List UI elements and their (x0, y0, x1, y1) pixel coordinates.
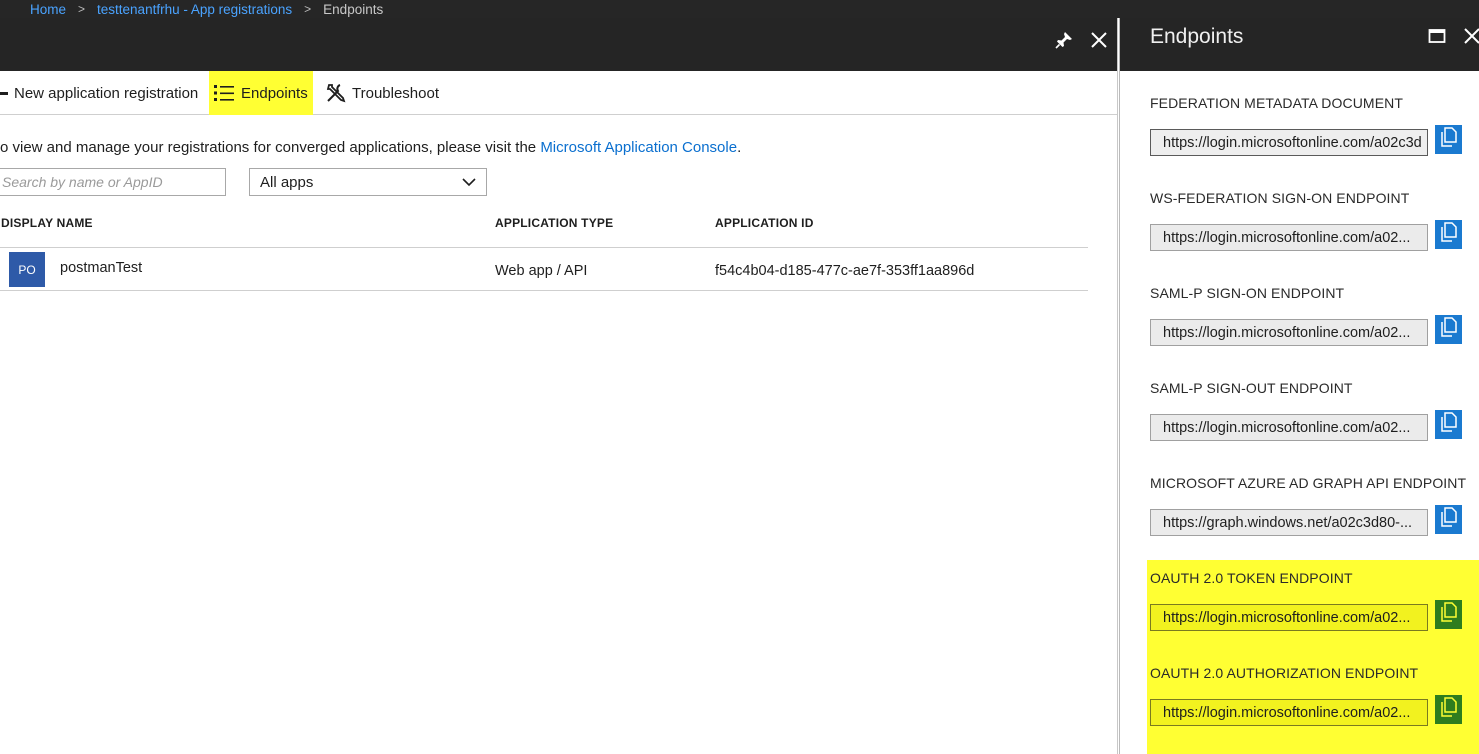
info-text: o view and manage your registrations for… (0, 139, 541, 156)
endpoint-label: WS-FEDERATION SIGN-ON ENDPOINT (1150, 190, 1410, 206)
app-filter-dropdown[interactable]: All apps (249, 168, 487, 196)
copy-button[interactable] (1435, 410, 1462, 439)
endpoints-label: Endpoints (241, 84, 308, 102)
endpoint-url-field[interactable]: https://login.microsoftonline.com/a02... (1150, 319, 1428, 346)
breadcrumb-app-registrations-link[interactable]: testtenantfrhu - App registrations (97, 2, 292, 17)
column-header-application-type[interactable]: APPLICATION TYPE (495, 216, 613, 230)
app-display-name[interactable]: postmanTest (60, 260, 142, 276)
endpoint-oauth-authorization: OAUTH 2.0 AUTHORIZATION ENDPOINT https:/… (1150, 665, 1470, 726)
close-icon[interactable] (1087, 28, 1111, 52)
breadcrumb-separator: > (304, 2, 312, 16)
copy-icon (1440, 507, 1458, 532)
new-application-registration-button[interactable]: New application registration (0, 71, 198, 115)
troubleshoot-label: Troubleshoot (352, 84, 439, 102)
troubleshoot-button[interactable]: Troubleshoot (326, 71, 439, 115)
list-icon (214, 84, 234, 102)
copy-icon (1440, 602, 1458, 627)
endpoint-saml-sign-out: SAML-P SIGN-OUT ENDPOINT https://login.m… (1150, 380, 1470, 441)
copy-icon (1440, 412, 1458, 437)
copy-icon (1440, 317, 1458, 342)
table-divider (0, 290, 1088, 291)
copy-button[interactable] (1435, 315, 1462, 344)
copy-icon (1440, 222, 1458, 247)
endpoint-label: OAUTH 2.0 TOKEN ENDPOINT (1150, 570, 1353, 586)
wrench-screwdriver-icon (326, 83, 346, 103)
endpoint-federation-metadata: FEDERATION METADATA DOCUMENT https://log… (1150, 95, 1470, 156)
app-type: Web app / API (495, 263, 588, 279)
endpoint-label: MICROSOFT AZURE AD GRAPH API ENDPOINT (1150, 475, 1467, 491)
endpoint-url-field[interactable]: https://login.microsoftonline.com/a02... (1150, 414, 1428, 441)
endpoint-label: FEDERATION METADATA DOCUMENT (1150, 95, 1403, 111)
endpoints-blade: Endpoints FEDERATION METADATA DOCUMENT h… (1119, 18, 1479, 754)
breadcrumb-home-link[interactable]: Home (30, 2, 66, 17)
avatar: PO (9, 252, 45, 287)
app-id: f54c4b04-d185-477c-ae7f-353ff1aa896d (715, 263, 975, 279)
microsoft-application-console-link[interactable]: Microsoft Application Console (540, 139, 737, 156)
search-input[interactable] (0, 168, 226, 196)
endpoint-label: SAML-P SIGN-OUT ENDPOINT (1150, 380, 1353, 396)
copy-button[interactable] (1435, 600, 1462, 629)
endpoint-label: SAML-P SIGN-ON ENDPOINT (1150, 285, 1345, 301)
new-application-registration-label: New application registration (14, 84, 199, 102)
endpoint-url-field[interactable]: https://login.microsoftonline.com/a02... (1150, 699, 1428, 726)
maximize-icon[interactable] (1428, 27, 1446, 50)
breadcrumb-current: Endpoints (323, 1, 384, 17)
endpoint-url-field[interactable]: https://graph.windows.net/a02c3d80-... (1150, 509, 1428, 536)
endpoint-ws-federation: WS-FEDERATION SIGN-ON ENDPOINT https://l… (1150, 190, 1470, 251)
copy-button[interactable] (1435, 505, 1462, 534)
copy-button[interactable] (1435, 220, 1462, 249)
column-header-display-name[interactable]: DISPLAY NAME (1, 216, 93, 230)
endpoint-url-field[interactable]: https://login.microsoftonline.com/a02c3d (1150, 129, 1428, 156)
endpoint-url-field[interactable]: https://login.microsoftonline.com/a02... (1150, 224, 1428, 251)
blade-header (0, 18, 1117, 71)
endpoint-url-field[interactable]: https://login.microsoftonline.com/a02... (1150, 604, 1428, 631)
endpoint-label: OAUTH 2.0 AUTHORIZATION ENDPOINT (1150, 665, 1419, 681)
breadcrumb-separator: > (78, 2, 86, 16)
endpoint-oauth-token: OAUTH 2.0 TOKEN ENDPOINT https://login.m… (1150, 570, 1470, 631)
copy-button[interactable] (1435, 695, 1462, 724)
plus-icon (0, 91, 8, 95)
app-registrations-blade: New application registration Endpoints T… (0, 18, 1118, 754)
command-bar: New application registration Endpoints T… (0, 71, 1117, 115)
column-header-application-id[interactable]: APPLICATION ID (715, 216, 814, 230)
copy-icon (1440, 697, 1458, 722)
blade-header: Endpoints (1120, 18, 1479, 71)
pin-icon[interactable] (1052, 28, 1076, 52)
close-icon[interactable] (1463, 27, 1479, 50)
endpoints-button[interactable]: Endpoints (209, 71, 313, 115)
table-row[interactable]: PO postmanTest Web app / API f54c4b04-d1… (0, 248, 1088, 290)
info-message: o view and manage your registrations for… (0, 139, 741, 156)
breadcrumb: Home > testtenantfrhu - App registration… (0, 0, 1479, 18)
endpoint-graph-api: MICROSOFT AZURE AD GRAPH API ENDPOINT ht… (1150, 475, 1470, 536)
blade-title: Endpoints (1150, 25, 1244, 48)
info-suffix: . (737, 139, 742, 156)
copy-button[interactable] (1435, 125, 1462, 154)
copy-icon (1440, 127, 1458, 152)
endpoint-saml-sign-on: SAML-P SIGN-ON ENDPOINT https://login.mi… (1150, 285, 1470, 346)
app-filter-selected: All apps (260, 173, 314, 191)
chevron-down-icon (462, 174, 476, 191)
